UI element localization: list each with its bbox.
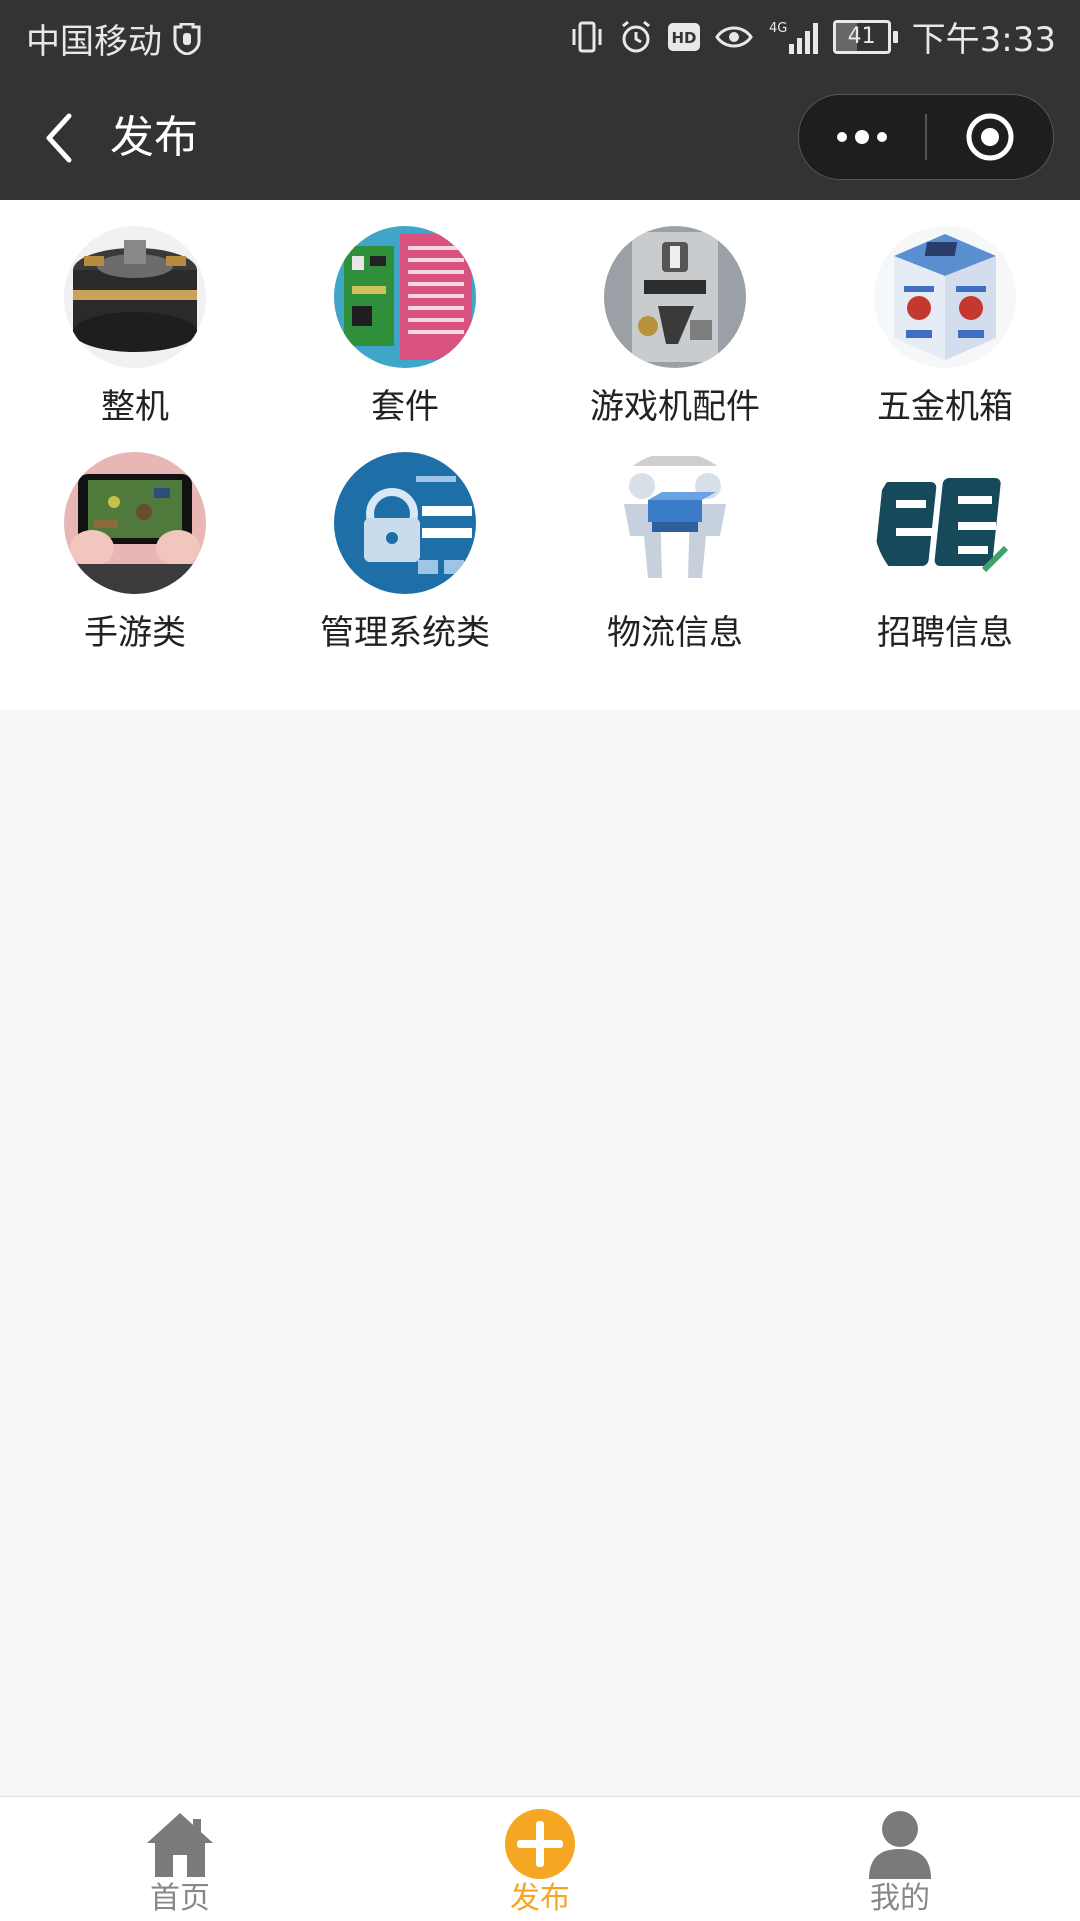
carrier-label: 中国移动: [26, 22, 162, 62]
category-label: 五金机箱: [877, 387, 1013, 427]
vibrate-icon: [569, 17, 605, 57]
tab-label: 发布: [510, 1881, 570, 1916]
category-management-system[interactable]: 管理系统类: [270, 452, 540, 656]
clock-label: 下午3:33: [911, 20, 1056, 60]
category-label: 游戏机配件: [590, 387, 760, 427]
tab-mine[interactable]: 我的: [720, 1797, 1080, 1921]
alarm-icon: [619, 17, 653, 57]
cabinet-thumbnail: [874, 226, 1016, 368]
page-title: 发布: [110, 112, 198, 163]
category-kit[interactable]: 套件: [270, 226, 540, 430]
category-recruitment[interactable]: 招聘信息: [810, 452, 1080, 656]
tab-home[interactable]: 首页: [0, 1797, 360, 1921]
svg-text:HD: HD: [671, 29, 696, 47]
hd-icon: HD: [667, 17, 701, 57]
tab-bar: 首页 发布 我的: [0, 1796, 1080, 1921]
user-icon: [869, 1811, 931, 1879]
tab-label: 我的: [870, 1881, 930, 1916]
circuit-board-thumbnail: [334, 226, 476, 368]
category-label: 招聘信息: [877, 613, 1013, 653]
category-label: 套件: [371, 387, 439, 427]
more-dots-icon: [837, 130, 887, 144]
tab-publish[interactable]: 发布: [360, 1797, 720, 1921]
category-mobile-games[interactable]: 手游类: [0, 452, 270, 656]
home-icon: [147, 1813, 213, 1877]
status-right: HD 4G 41 下午3:33: [569, 12, 1056, 61]
more-button[interactable]: [799, 95, 925, 179]
category-game-accessories[interactable]: 游戏机配件: [540, 226, 810, 430]
logistics-thumbnail: [604, 452, 746, 594]
tab-label: 首页: [150, 1881, 210, 1916]
status-left: 中国移动: [26, 14, 202, 63]
category-label: 物流信息: [607, 613, 743, 653]
battery-icon: 41: [832, 19, 898, 54]
category-logistics[interactable]: 物流信息: [540, 452, 810, 656]
arcade-machine-thumbnail: [64, 226, 206, 368]
category-hardware-cabinet[interactable]: 五金机箱: [810, 226, 1080, 430]
login-system-thumbnail: [334, 452, 476, 594]
category-grid: 整机 套件 游戏机配件 五金机箱 手游类 管理系统类 物流信息 招聘信息: [0, 226, 1080, 656]
chevron-left-icon: [46, 113, 72, 163]
eye-icon: [714, 17, 753, 57]
category-label: 手游类: [84, 613, 186, 653]
mobile-game-thumbnail: [64, 452, 206, 594]
network-type-label: 4G: [769, 21, 787, 36]
plus-circle-icon: [505, 1809, 575, 1879]
category-panel: 整机 套件 游戏机配件 五金机箱 手游类 管理系统类 物流信息 招聘信息: [0, 200, 1080, 710]
coin-acceptor-thumbnail: [604, 226, 746, 368]
signal-icon: 4G: [767, 17, 819, 57]
status-bar: 中国移动 HD 4G 41 下午3:33: [0, 0, 1080, 76]
mini-program-capsule: [798, 94, 1054, 180]
nav-bar: 发布: [0, 76, 1080, 200]
category-label: 管理系统类: [320, 613, 490, 653]
recruitment-thumbnail: [874, 452, 1016, 594]
category-label: 整机: [101, 387, 169, 427]
close-program-button[interactable]: [927, 95, 1053, 179]
battery-level: 41: [847, 23, 876, 49]
back-button[interactable]: [30, 106, 90, 170]
shield-bug-icon: [172, 19, 202, 59]
target-circle-icon: [966, 113, 1014, 161]
category-whole-machine[interactable]: 整机: [0, 226, 270, 430]
